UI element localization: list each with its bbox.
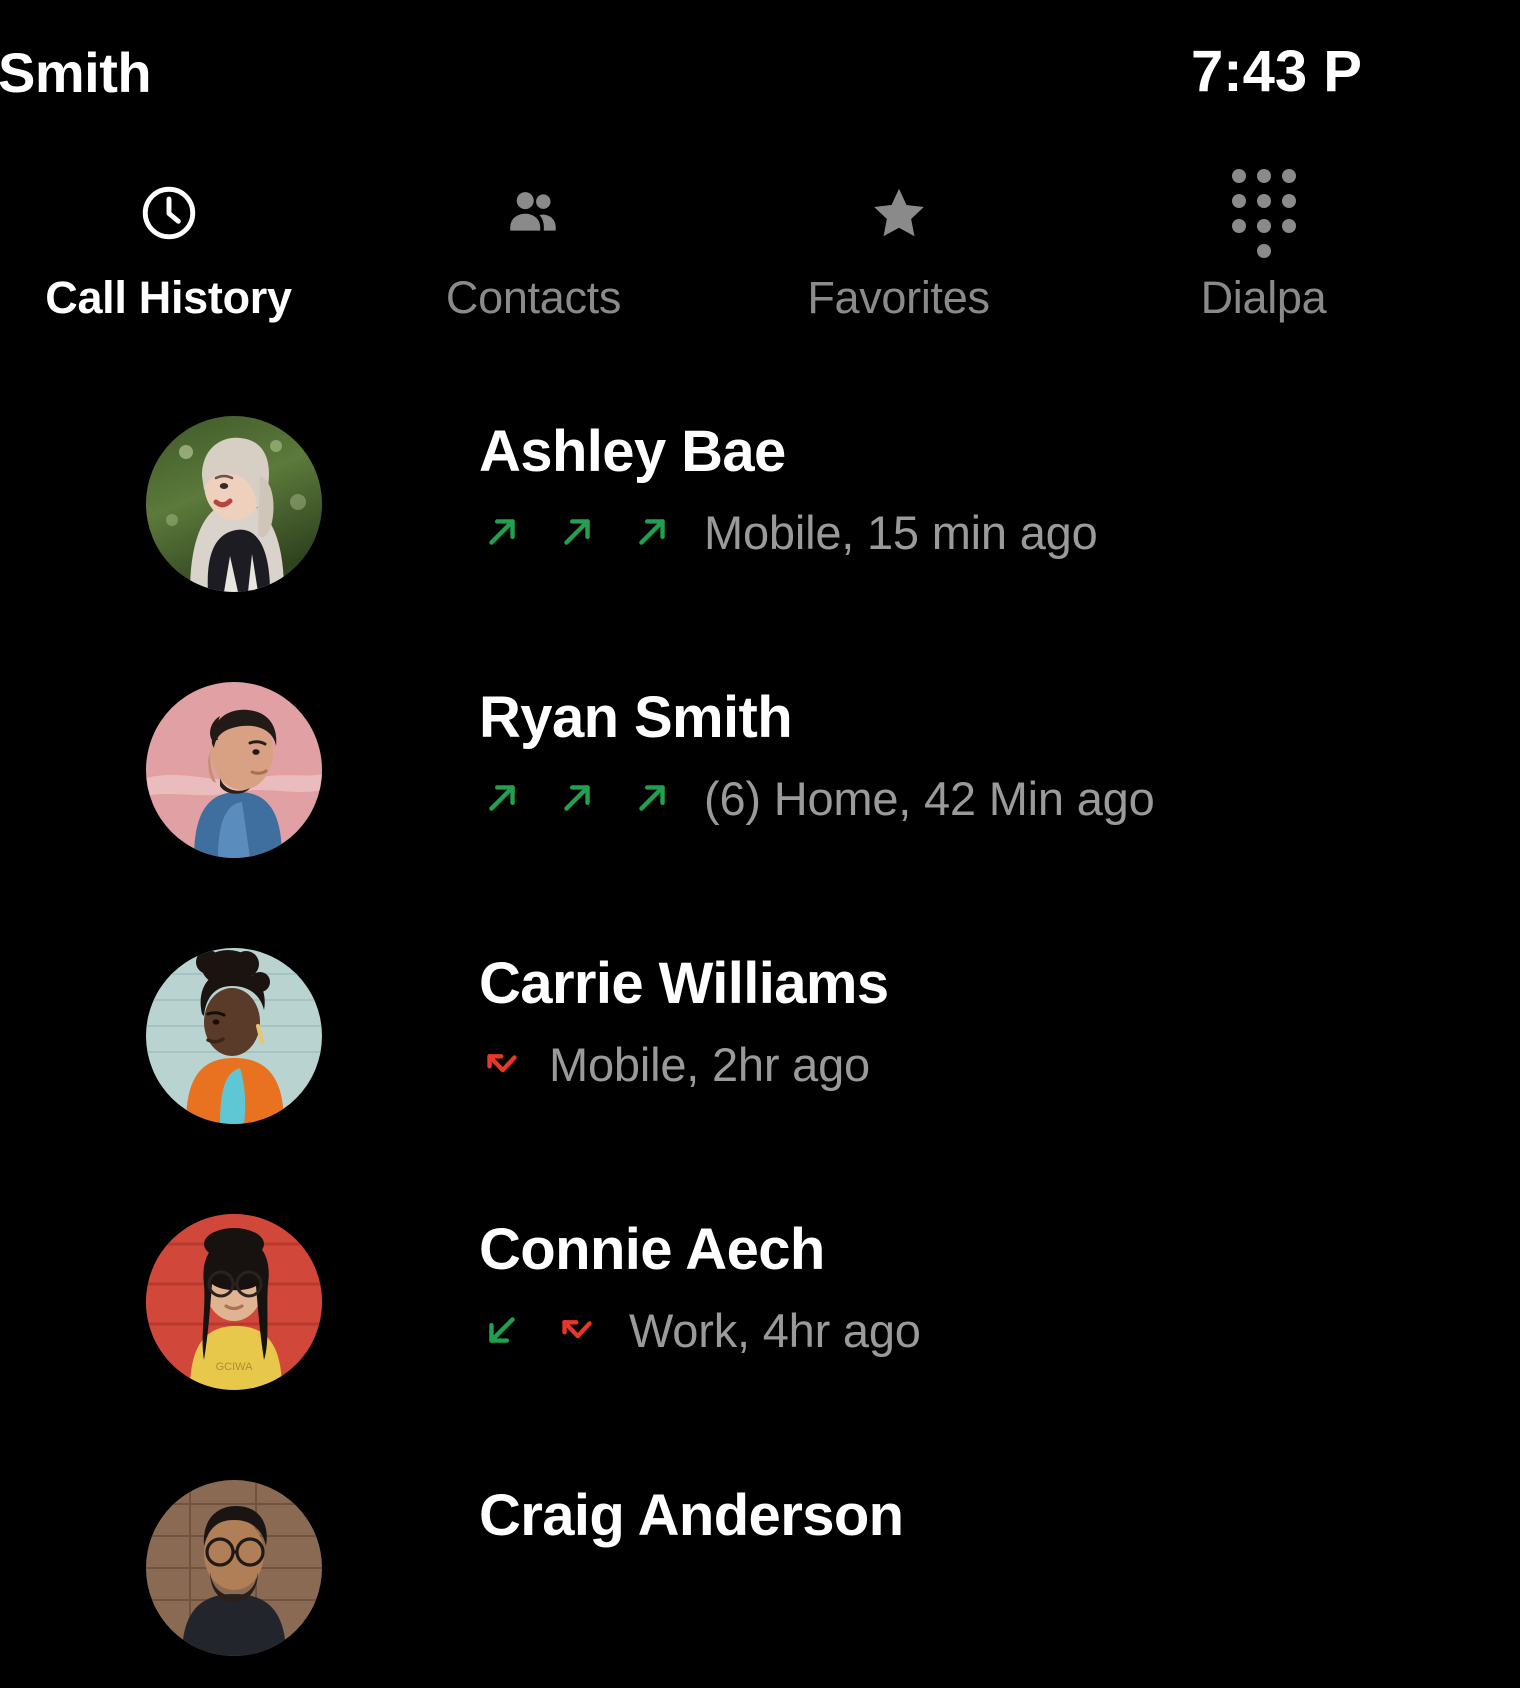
- outgoing-call-arrow-icon: [489, 519, 515, 546]
- call-direction-icons: [479, 509, 704, 555]
- tab-favorites[interactable]: Favorites: [716, 160, 1081, 324]
- call-row-subtitle: (6) Home, 42 Min ago: [479, 775, 1155, 822]
- people-icon: [503, 182, 565, 244]
- call-history-row[interactable]: Craig Anderson: [0, 1464, 1412, 1688]
- tab-contacts[interactable]: Contacts: [351, 160, 716, 324]
- call-row-text: Ashley Bae Mobile, 15 min ago: [479, 400, 1098, 556]
- tab-call-history[interactable]: Call History: [0, 160, 351, 324]
- star-icon: [868, 182, 930, 244]
- missed-call-arrow-icon: [562, 1320, 592, 1339]
- call-history-row[interactable]: Carrie Williams Mobile, 2hr ago: [0, 932, 1412, 1198]
- missed-call-arrow-icon: [487, 1054, 517, 1073]
- clock-icon: [138, 182, 200, 244]
- tab-label-dialpad: Dialpa: [1200, 272, 1327, 323]
- dialpad-icon: [1231, 168, 1296, 258]
- tab-label-contacts: Contacts: [445, 272, 622, 323]
- tab-label-call-history: Call History: [45, 272, 292, 323]
- outgoing-call-arrow-icon: [489, 785, 515, 812]
- avatar: GCIWA: [146, 1214, 322, 1390]
- tab-dialpad[interactable]: Dialpa: [1081, 160, 1412, 324]
- incoming-call-arrow-icon: [489, 1317, 515, 1344]
- contact-name: Connie Aech: [479, 1217, 825, 1282]
- call-direction-icons: [479, 775, 704, 821]
- call-row-text: Ryan Smith (6) Home, 42 Min ago: [479, 666, 1155, 822]
- call-detail-text: (6) Home, 42 Min ago: [704, 771, 1155, 825]
- call-history-row[interactable]: Ryan Smith (6) Home, 42 Min ago: [0, 666, 1412, 932]
- call-row-subtitle: Mobile, 15 min ago: [479, 509, 1098, 556]
- svg-text:GCIWA: GCIWA: [216, 1361, 254, 1373]
- phone-screen: Smith 7:43 P Call History Contacts Favor…: [0, 0, 1412, 1688]
- avatar: [146, 948, 322, 1124]
- call-history-list: Ashley Bae Mobile, 15 min ago Ryan Smith…: [0, 400, 1412, 1688]
- status-bar-clock: 7:43 P: [1191, 39, 1362, 104]
- status-bar-title: Smith: [0, 41, 152, 104]
- call-direction-icons: [479, 1041, 549, 1087]
- contact-name: Carrie Williams: [479, 951, 889, 1016]
- contact-name: Ashley Bae: [479, 419, 786, 484]
- contact-name: Ryan Smith: [479, 685, 793, 750]
- call-row-subtitle: Work, 4hr ago: [479, 1307, 921, 1354]
- avatar: [146, 1480, 322, 1656]
- outgoing-call-arrow-icon: [564, 519, 590, 546]
- call-row-subtitle: Mobile, 2hr ago: [479, 1041, 889, 1088]
- call-history-row[interactable]: GCIWA Connie Aech Work, 4hr ago: [0, 1198, 1412, 1464]
- call-detail-text: Mobile, 2hr ago: [549, 1037, 870, 1091]
- tab-bar: Call History Contacts Favorites Dialpa: [0, 160, 1412, 360]
- outgoing-call-arrow-icon: [564, 785, 590, 812]
- call-row-text: Carrie Williams Mobile, 2hr ago: [479, 932, 889, 1088]
- status-bar: Smith 7:43 P: [0, 0, 1412, 140]
- call-detail-text: Mobile, 15 min ago: [704, 505, 1098, 559]
- avatar: [146, 416, 322, 592]
- call-history-row[interactable]: Ashley Bae Mobile, 15 min ago: [0, 400, 1412, 666]
- tab-label-favorites: Favorites: [807, 272, 990, 323]
- outgoing-call-arrow-icon: [639, 519, 665, 546]
- outgoing-call-arrow-icon: [639, 785, 665, 812]
- call-direction-icons: [479, 1307, 629, 1353]
- contact-name: Craig Anderson: [479, 1483, 904, 1548]
- call-row-text: Connie Aech Work, 4hr ago: [479, 1198, 921, 1354]
- avatar: [146, 682, 322, 858]
- call-row-text: Craig Anderson: [479, 1464, 904, 1573]
- call-detail-text: Work, 4hr ago: [629, 1303, 921, 1357]
